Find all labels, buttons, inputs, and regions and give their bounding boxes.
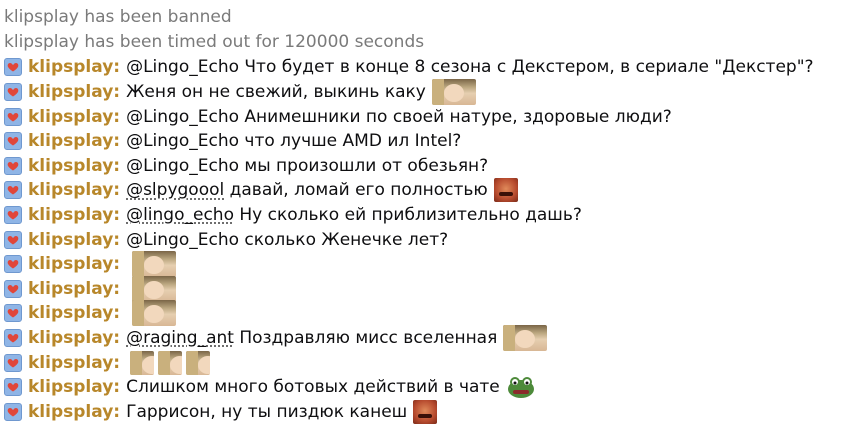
heart-badge-icon[interactable] (4, 255, 22, 274)
chat-message: klipsplay: (4, 275, 865, 302)
message-text: @Lingo_Echo что лучше AMD ил Intel? (126, 131, 462, 152)
message-text: Женя он не свежий, выкинь каку (126, 82, 426, 103)
chat-message: klipsplay: Слишком много ботовых действий… (4, 375, 865, 400)
message-text: @Lingo_Echo Что будет в конце 8 сезона с… (126, 57, 814, 78)
small-face-emote[interactable] (130, 350, 155, 375)
message-text: @Lingo_Echo Анимешники по своей натуре, … (126, 106, 672, 127)
chat-message: klipsplay: (4, 350, 865, 375)
username[interactable]: klipsplay: (28, 326, 120, 350)
message-text: Ну сколько ей приблизительно дашь? (233, 205, 582, 226)
heart-badge-icon[interactable] (4, 206, 22, 225)
message-text: @Lingo_Echo мы произошли от обезьян? (126, 155, 489, 176)
username[interactable]: klipsplay: (28, 277, 120, 301)
face-emote[interactable] (503, 325, 548, 352)
heart-badge-icon[interactable] (4, 329, 22, 348)
chat-message: klipsplay: @Lingo_Echo Анимешники по свое… (4, 104, 865, 129)
chat-message: klipsplay: Гаррисон, ну ты пиздюк канеш (4, 399, 865, 425)
mention-link[interactable]: @raging_ant (126, 326, 234, 350)
face-emote[interactable] (132, 251, 177, 278)
frog-emote[interactable] (506, 375, 536, 399)
username[interactable]: klipsplay: (28, 105, 120, 129)
heart-badge-icon[interactable] (4, 353, 22, 372)
chat-message: klipsplay: (4, 251, 865, 278)
chat-message: klipsplay: (4, 300, 865, 327)
red-face-emote[interactable] (413, 399, 438, 424)
mention-link[interactable]: @lingo_echo (126, 203, 234, 227)
username[interactable]: klipsplay: (28, 252, 120, 276)
chat-message: klipsplay: Женя он не свежий, выкинь каку (4, 79, 865, 106)
small-face-emote[interactable] (158, 350, 183, 375)
username[interactable]: klipsplay: (28, 203, 120, 227)
chat-message: klipsplay: @Lingo_Echo что лучше AMD ил I… (4, 129, 865, 154)
message-list: klipsplay: @Lingo_Echo Что будет в конце … (4, 55, 865, 424)
username[interactable]: klipsplay: (28, 375, 120, 399)
username[interactable]: klipsplay: (28, 351, 120, 375)
small-face-emote[interactable] (186, 350, 211, 375)
message-text: @Lingo_Echo сколько Женечке лет? (126, 229, 449, 250)
heart-badge-icon[interactable] (4, 304, 22, 323)
message-text: Поздравляю мисс вселенная (233, 328, 498, 349)
heart-badge-icon[interactable] (4, 230, 22, 249)
mention-link[interactable]: @slpygoool (126, 178, 224, 202)
system-message-ban: klipsplay has been banned (4, 7, 232, 27)
username[interactable]: klipsplay: (28, 228, 120, 252)
chat-message: klipsplay: @slpygoool давай, ломай его по… (4, 178, 865, 203)
heart-badge-icon[interactable] (4, 378, 22, 397)
message-text: давай, ломай его полностью (224, 180, 488, 201)
username[interactable]: klipsplay: (28, 400, 120, 424)
heart-badge-icon[interactable] (4, 279, 22, 298)
chat-message: klipsplay: @Lingo_Echo сколько Женечке ле… (4, 227, 865, 252)
username[interactable]: klipsplay: (28, 55, 120, 79)
face-emote[interactable] (431, 79, 476, 106)
username[interactable]: klipsplay: (28, 129, 120, 153)
face-emote[interactable] (132, 300, 177, 327)
chat-message: klipsplay: @Lingo_Echo Что будет в конце … (4, 55, 865, 80)
heart-badge-icon[interactable] (4, 181, 22, 200)
chat-message: klipsplay: @Lingo_Echo мы произошли от об… (4, 154, 865, 179)
chat-message: klipsplay: @raging_ant Поздравляю мисс вс… (4, 325, 865, 352)
username[interactable]: klipsplay: (28, 301, 120, 325)
message-text: Гаррисон, ну ты пиздюк канеш (126, 401, 408, 422)
heart-badge-icon[interactable] (4, 156, 22, 175)
heart-badge-icon[interactable] (4, 107, 22, 126)
heart-badge-icon[interactable] (4, 83, 22, 102)
heart-badge-icon[interactable] (4, 132, 22, 151)
heart-badge-icon[interactable] (4, 402, 22, 421)
system-message-timeout: klipsplay has been timed out for 120000 … (4, 31, 425, 52)
username[interactable]: klipsplay: (28, 154, 120, 178)
chat-message: klipsplay: @lingo_echo Ну сколько ей приб… (4, 203, 865, 228)
username[interactable]: klipsplay: (28, 178, 120, 202)
heart-badge-icon[interactable] (4, 58, 22, 77)
red-face-emote[interactable] (493, 178, 518, 203)
username[interactable]: klipsplay: (28, 80, 120, 104)
face-emote[interactable] (132, 275, 177, 302)
chat-log: klipsplay has been banned klipsplay has … (0, 0, 865, 424)
message-text: Слишком много ботовых действий в чате (126, 377, 500, 398)
